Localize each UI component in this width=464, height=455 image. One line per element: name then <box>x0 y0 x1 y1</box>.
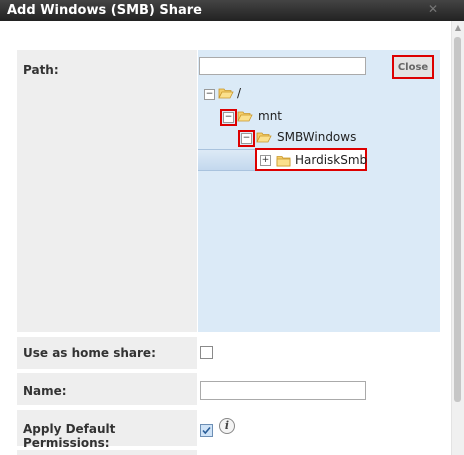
dialog-titlebar: Add Windows (SMB) Share ✕ <box>0 0 464 21</box>
name-label-cell: Name: <box>17 373 197 405</box>
scroll-up-icon[interactable]: ▲ <box>452 21 464 35</box>
default-permissions-checkbox[interactable] <box>200 424 213 437</box>
folder-open-icon <box>256 131 272 143</box>
tree-node-mnt[interactable]: − mnt <box>198 107 398 126</box>
checkmark-icon <box>202 426 211 435</box>
home-share-checkbox[interactable] <box>200 346 213 359</box>
tree-node-smbwindows[interactable]: − SMBWindows <box>198 128 398 147</box>
default-permissions-label-cell: Apply Default Permissions: <box>17 410 197 450</box>
folder-open-icon <box>218 87 234 99</box>
path-label: Path: <box>23 63 59 77</box>
path-label-cell: Path: <box>17 50 197 332</box>
tree-node-hardisksmb[interactable]: + HardiskSmb <box>255 148 367 171</box>
home-share-label-cell: Use as home share: <box>17 337 197 369</box>
home-share-label: Use as home share: <box>23 346 156 360</box>
next-label-cell <box>17 450 197 455</box>
dialog-title: Add Windows (SMB) Share <box>7 3 202 18</box>
info-icon[interactable]: i <box>219 418 235 434</box>
collapse-toggle-icon[interactable]: − <box>204 89 215 100</box>
path-input[interactable] <box>199 57 366 75</box>
name-label: Name: <box>23 384 67 398</box>
folder-icon <box>276 155 291 167</box>
default-permissions-label: Apply Default Permissions: <box>23 422 116 450</box>
tree-node-label[interactable]: SMBWindows <box>277 130 356 144</box>
name-input[interactable] <box>200 381 366 400</box>
scroll-thumb[interactable] <box>454 37 461 402</box>
close-icon[interactable]: ✕ <box>426 2 440 16</box>
tree-node-label[interactable]: mnt <box>258 109 282 123</box>
folder-open-icon <box>237 110 253 122</box>
selection-highlight <box>198 149 258 171</box>
tree-node-root[interactable]: − / <box>198 84 398 102</box>
tree-node-label[interactable]: HardiskSmb <box>295 153 367 167</box>
tree-node-label[interactable]: / <box>237 86 241 100</box>
path-tree-panel: Close − / − mnt − SMBWindows + HardiskSm… <box>198 50 440 332</box>
close-button[interactable]: Close <box>392 55 434 79</box>
vertical-scrollbar[interactable]: ▲ <box>451 21 464 455</box>
collapse-toggle-icon[interactable]: − <box>220 109 237 126</box>
expand-toggle-icon[interactable]: + <box>260 155 271 166</box>
collapse-toggle-icon[interactable]: − <box>238 130 255 147</box>
